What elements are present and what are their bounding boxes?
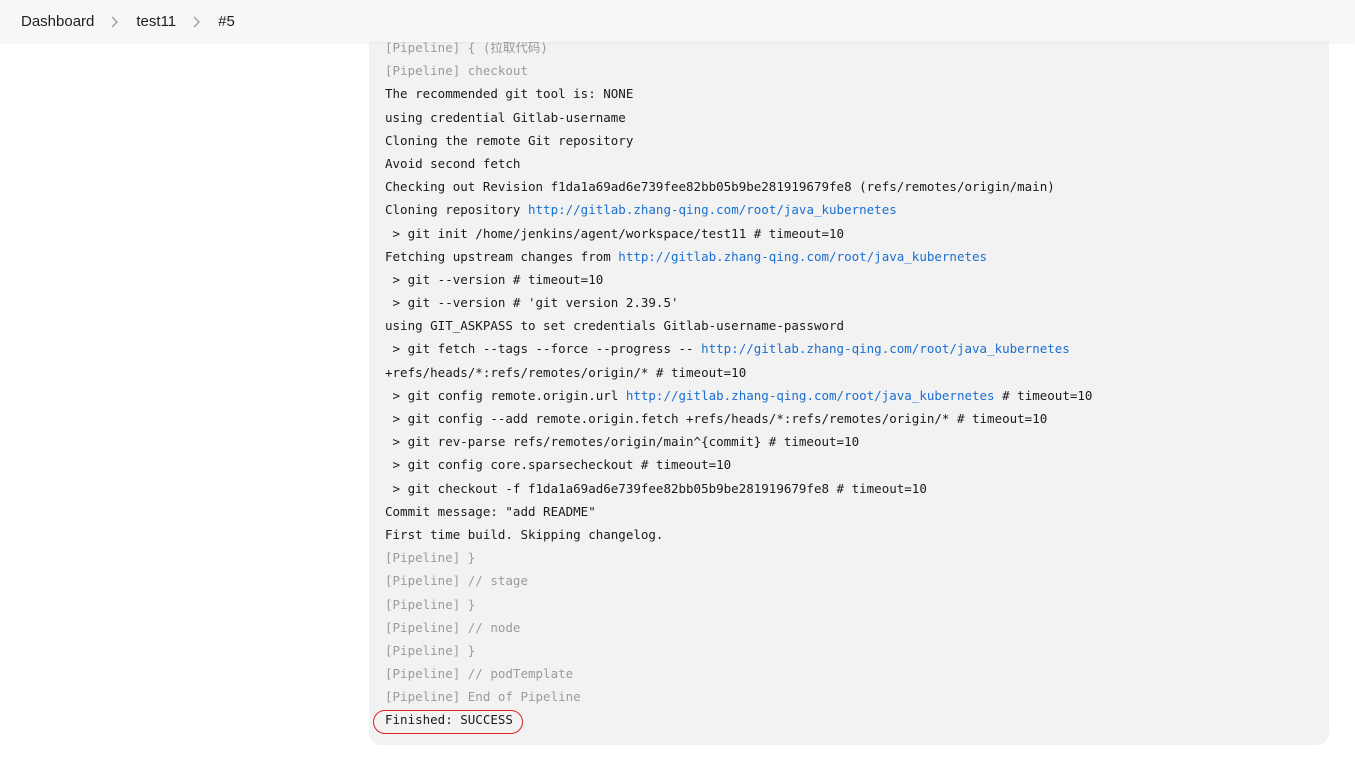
console-line: [Pipeline] }	[385, 593, 1315, 616]
console-line: +refs/heads/*:refs/remotes/origin/* # ti…	[385, 361, 1315, 384]
console-lines: [Pipeline] { (拉取代码) [Pipeline] checkout Th…	[385, 36, 1315, 732]
console-text: Commit message: "add README"	[385, 503, 596, 519]
console-line: [Pipeline] checkout	[385, 59, 1315, 82]
console-line: Fetching upstream changes from http://gi…	[385, 245, 1315, 268]
console-text: > git config core.sparsecheckout # timeo…	[385, 457, 732, 473]
console-text: Avoid second fetch	[385, 155, 521, 171]
console-text: > git fetch --tags --force --progress --	[385, 341, 702, 357]
console-text: > git --version # 'git version 2.39.5'	[385, 295, 679, 311]
console-line: [Pipeline] }	[385, 546, 1315, 569]
console-text: # timeout=10	[994, 387, 1093, 403]
chevron-right-icon	[104, 13, 126, 30]
console-text: [Pipeline] }	[385, 596, 476, 612]
console-text: > git checkout -f f1da1a69ad6e739fee82bb…	[385, 480, 927, 496]
console-text: The recommended git tool is: NONE	[385, 86, 634, 102]
console-text: > git init /home/jenkins/agent/workspace…	[385, 225, 845, 241]
console-text: [Pipeline] }	[385, 550, 476, 566]
console-line: [Pipeline] End of Pipeline	[385, 685, 1315, 708]
console-text: > git config --add remote.origin.fetch +…	[385, 411, 1048, 426]
breadcrumb-job[interactable]: test11	[136, 13, 176, 30]
console-text: > git rev-parse refs/remotes/origin/main…	[385, 434, 860, 450]
console-line: [Pipeline] }	[385, 639, 1315, 662]
console-text: [Pipeline] checkout	[385, 63, 528, 79]
console-line: First time build. Skipping changelog.	[385, 523, 1315, 546]
console-text: > git config remote.origin.url	[385, 387, 626, 403]
console-line: [Pipeline] // stage	[385, 569, 1315, 592]
console-text: > git --version # timeout=10	[385, 271, 604, 287]
console-line: > git config --add remote.origin.fetch +…	[385, 407, 1315, 430]
console-text: using credential Gitlab-username	[385, 109, 626, 125]
console-output: [Pipeline] { (拉取代码) [Pipeline] checkout Th…	[369, 28, 1329, 745]
breadcrumb-build[interactable]: #5	[218, 13, 235, 30]
console-text: using GIT_ASKPASS to set credentials Git…	[385, 318, 845, 334]
console-text: Finished: SUCCESS	[385, 712, 513, 728]
console-line: using credential Gitlab-username	[385, 106, 1315, 129]
top-bar: Dashboard test11 #5	[0, 0, 1355, 42]
repository-link[interactable]: http://gitlab.zhang-qing.com/root/java_k…	[626, 388, 995, 403]
console-line: Avoid second fetch	[385, 152, 1315, 175]
console-line: > git rev-parse refs/remotes/origin/main…	[385, 430, 1315, 453]
console-line: using GIT_ASKPASS to set credentials Git…	[385, 314, 1315, 337]
console-line: > git checkout -f f1da1a69ad6e739fee82bb…	[385, 477, 1315, 500]
console-text: Checking out Revision f1da1a69ad6e739fee…	[385, 179, 1055, 195]
console-line: > git fetch --tags --force --progress --…	[385, 337, 1315, 360]
console-text: Cloning repository	[385, 202, 528, 218]
repository-link[interactable]: http://gitlab.zhang-qing.com/root/java_k…	[701, 341, 1070, 356]
console-line: Cloning repository http://gitlab.zhang-q…	[385, 198, 1315, 221]
console-line: [Pipeline] // node	[385, 616, 1315, 639]
console-text: [Pipeline] End of Pipeline	[385, 689, 581, 705]
console-line: > git --version # 'git version 2.39.5'	[385, 291, 1315, 314]
console-text: First time build. Skipping changelog.	[385, 526, 664, 542]
console-line: > git --version # timeout=10	[385, 268, 1315, 291]
chevron-right-icon	[186, 13, 208, 30]
console-line: > git config remote.origin.url http://gi…	[385, 384, 1315, 407]
console-text: [Pipeline] { (拉取代码)	[385, 40, 548, 55]
console-text: [Pipeline] // podTemplate	[385, 666, 574, 682]
console-text: Fetching upstream changes from	[385, 248, 619, 264]
console-text: +refs/heads/*:refs/remotes/origin/* # ti…	[385, 364, 747, 380]
console-line: Cloning the remote Git repository	[385, 129, 1315, 152]
console-line: [Pipeline] // podTemplate	[385, 662, 1315, 685]
console-line: > git config core.sparsecheckout # timeo…	[385, 453, 1315, 476]
repository-link[interactable]: http://gitlab.zhang-qing.com/root/java_k…	[618, 249, 987, 264]
build-result-line: Finished: SUCCESS	[385, 708, 1315, 731]
console-text: [Pipeline] // stage	[385, 573, 528, 589]
console-line: The recommended git tool is: NONE	[385, 82, 1315, 105]
console-text: Cloning the remote Git repository	[385, 132, 634, 148]
breadcrumb: Dashboard test11 #5	[21, 0, 235, 42]
console-text: [Pipeline] // node	[385, 619, 521, 635]
repository-link[interactable]: http://gitlab.zhang-qing.com/root/java_k…	[528, 202, 897, 217]
breadcrumb-dashboard[interactable]: Dashboard	[21, 13, 94, 30]
console-line: > git init /home/jenkins/agent/workspace…	[385, 222, 1315, 245]
console-line: Commit message: "add README"	[385, 500, 1315, 523]
console-text: [Pipeline] }	[385, 642, 476, 658]
console-line: Checking out Revision f1da1a69ad6e739fee…	[385, 175, 1315, 198]
